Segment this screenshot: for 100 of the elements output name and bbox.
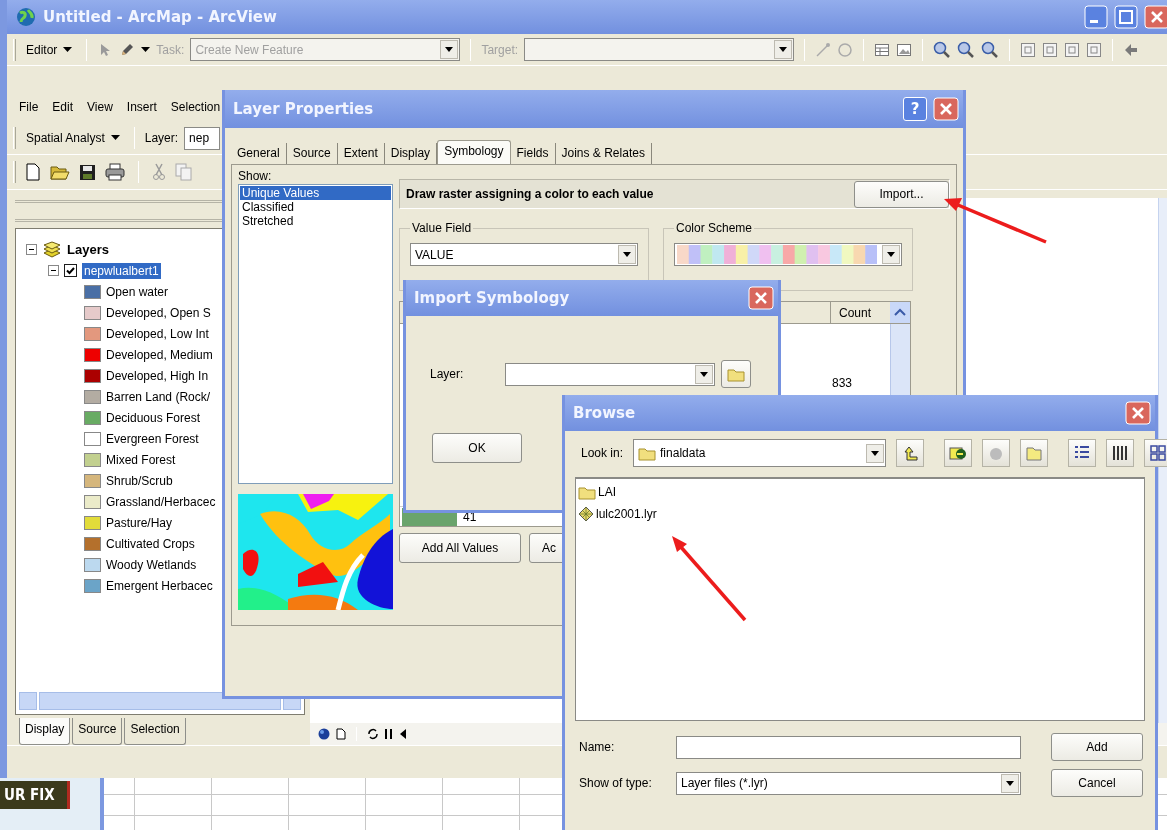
dialog-title: Layer Properties [233, 100, 374, 118]
layer-name[interactable]: nepwlualbert1 [82, 262, 161, 279]
pencil-icon[interactable] [119, 41, 136, 58]
editor-menu[interactable]: Editor [22, 40, 77, 59]
open-folder-icon [727, 366, 746, 382]
extent-icon[interactable] [1020, 41, 1037, 58]
group-label: Value Field [411, 221, 473, 235]
scroll-left-icon[interactable] [399, 729, 407, 739]
panel-tab[interactable]: Selection [124, 718, 186, 745]
type-label: Show of type: [579, 776, 652, 790]
thumbnails-view-button[interactable] [1144, 439, 1167, 467]
name-label: Name: [579, 740, 616, 754]
color-scheme-combo[interactable] [674, 243, 902, 266]
up-folder-icon[interactable] [901, 444, 920, 462]
globe-icon[interactable] [318, 728, 330, 740]
tab[interactable]: Joins & Relates [555, 143, 652, 164]
import-button[interactable]: Import... [854, 180, 949, 208]
add-button[interactable]: Add [1051, 733, 1143, 761]
list-entry[interactable]: lulc2001.lyr [578, 503, 661, 525]
file-type-combo[interactable]: Layer files (*.lyr) [676, 771, 1021, 795]
menu-item[interactable]: Insert [126, 100, 157, 114]
save-icon[interactable] [79, 163, 96, 181]
table-cell: 833 [831, 376, 852, 390]
details-view-button[interactable] [1106, 439, 1135, 467]
dropdown-button[interactable] [618, 245, 636, 264]
caret-icon[interactable] [887, 252, 895, 257]
legend-label: Developed, Medium [106, 347, 213, 362]
dropdown-button[interactable] [695, 364, 714, 384]
image-icon[interactable] [896, 41, 913, 58]
page-icon[interactable] [336, 728, 346, 740]
close-button[interactable] [1144, 5, 1167, 29]
details-view-icon[interactable] [1111, 444, 1130, 462]
close-button[interactable] [1125, 401, 1151, 425]
list-view-button[interactable] [1068, 439, 1097, 467]
maximize-button[interactable] [1114, 5, 1138, 29]
extent-icon[interactable] [1086, 41, 1103, 58]
scroll-up-button[interactable] [890, 302, 910, 323]
legend-label: Developed, Open S [106, 305, 211, 320]
printer-icon[interactable] [105, 163, 125, 181]
value-field-combo[interactable]: VALUE [410, 243, 638, 266]
dropdown-button[interactable] [866, 443, 885, 463]
caret-icon[interactable] [623, 252, 631, 257]
action-button[interactable]: Add All Values [399, 533, 521, 563]
extent-icon[interactable] [1042, 41, 1059, 58]
refresh-icon[interactable] [367, 728, 379, 740]
dropdown-button[interactable] [1001, 773, 1019, 793]
caret-icon[interactable] [871, 450, 880, 456]
collapse-icon[interactable] [48, 265, 59, 276]
ok-button[interactable]: OK [432, 433, 522, 463]
list-item[interactable]: Unique Values [240, 186, 391, 200]
close-button[interactable] [748, 286, 774, 310]
tab[interactable]: Source [286, 143, 338, 164]
table-icon[interactable] [874, 41, 891, 58]
menu-item[interactable]: Selection [170, 100, 221, 114]
menu-item[interactable]: View [87, 100, 113, 114]
target-label: Target: [481, 42, 519, 57]
pause-icon[interactable] [385, 729, 393, 739]
caret-icon [110, 135, 120, 141]
look-in-combo[interactable]: finaldata [633, 439, 887, 467]
layers-icon [42, 240, 62, 259]
group-label: Color Scheme [675, 221, 754, 235]
help-button[interactable]: ? [903, 97, 927, 121]
spatial-analyst-menu[interactable]: Spatial Analyst [22, 129, 124, 147]
legend-label: Pasture/Hay [106, 515, 173, 530]
cancel-button[interactable]: Cancel [1051, 769, 1143, 797]
up-folder-button[interactable] [896, 439, 925, 467]
legend-label: Evergreen Forest [106, 431, 199, 446]
tab[interactable]: Symbology [437, 140, 511, 164]
menu-item[interactable]: Edit [52, 100, 74, 114]
legend-label: Woody Wetlands [106, 557, 197, 572]
legend-label: Open water [106, 284, 169, 299]
minimize-button[interactable] [1084, 5, 1108, 29]
folder-arrow-button[interactable] [944, 439, 973, 467]
browse-button[interactable] [721, 360, 752, 388]
list-item[interactable]: Classified [240, 200, 391, 214]
thumbnails-view-icon[interactable] [1149, 444, 1167, 462]
collapse-icon[interactable] [26, 244, 37, 255]
checkbox[interactable] [64, 264, 77, 277]
folder-arrow-icon[interactable] [949, 444, 968, 462]
name-field[interactable] [676, 735, 1021, 759]
close-button[interactable] [933, 97, 959, 121]
menu-item[interactable]: File [19, 100, 39, 114]
folder-icon [578, 484, 596, 500]
tab[interactable]: Fields [510, 143, 556, 164]
panel-tab[interactable]: Display [19, 718, 71, 745]
extent-icon[interactable] [1064, 41, 1081, 58]
new-page-icon[interactable] [25, 163, 41, 181]
list-item[interactable]: Stretched [240, 214, 391, 228]
layer-combo[interactable]: nep [184, 126, 221, 150]
list-entry[interactable]: LAI [578, 481, 620, 503]
folder-icon [638, 445, 657, 461]
dropdown-button[interactable] [882, 245, 900, 264]
tab[interactable]: Extent [337, 143, 385, 164]
layer-file-icon [578, 506, 594, 522]
legend-label: Emergent Herbacec [106, 578, 213, 593]
panel-tab[interactable]: Source [72, 718, 123, 745]
open-folder-icon[interactable] [50, 163, 70, 181]
caret-icon[interactable] [700, 371, 709, 377]
legend-label: Shrub/Scrub [106, 473, 173, 488]
tab[interactable]: General [231, 143, 287, 164]
